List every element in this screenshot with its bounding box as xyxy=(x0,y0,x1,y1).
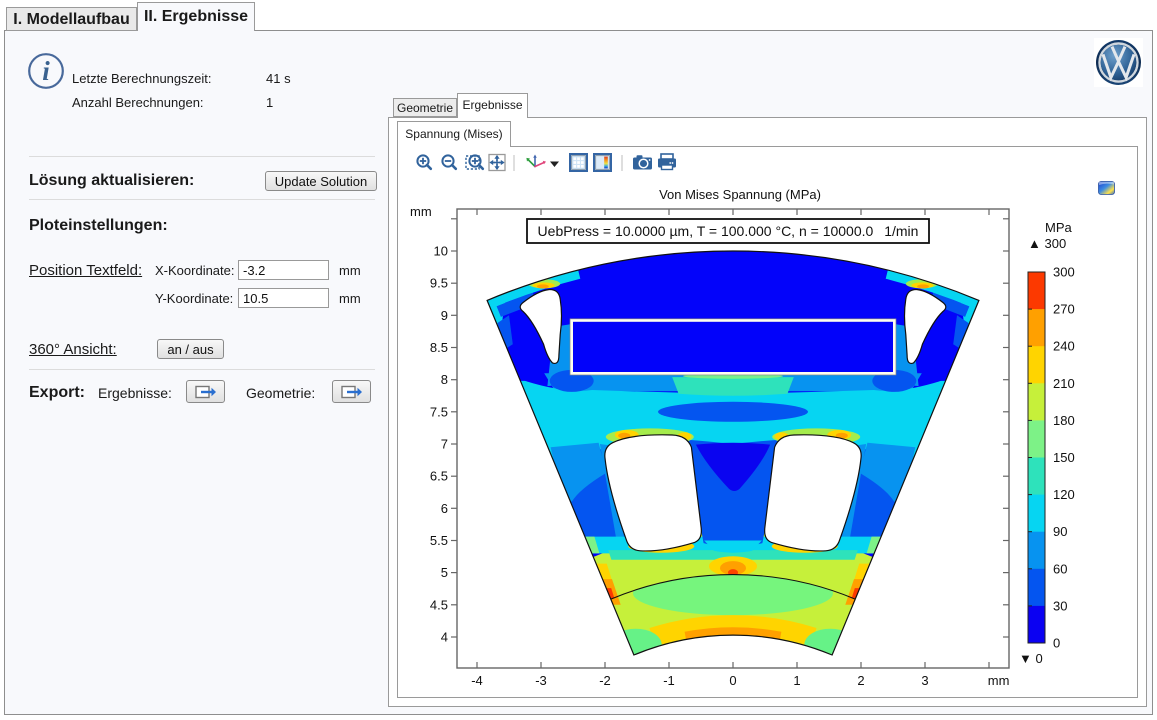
svg-text:UebPress = 10.0000 µm, T = 100: UebPress = 10.0000 µm, T = 100.000 °C, n… xyxy=(538,223,919,239)
svg-text:0: 0 xyxy=(1053,636,1060,651)
svg-text:mm: mm xyxy=(988,673,1010,688)
svg-text:Von Mises Spannung (MPa): Von Mises Spannung (MPa) xyxy=(659,187,821,202)
svg-text:1: 1 xyxy=(793,673,800,688)
svg-text:i: i xyxy=(42,56,50,86)
svg-text:9: 9 xyxy=(441,308,448,323)
svg-text:-3: -3 xyxy=(535,673,547,688)
svg-text:5.5: 5.5 xyxy=(430,533,448,548)
svg-text:5: 5 xyxy=(441,565,448,580)
svg-text:6: 6 xyxy=(441,501,448,516)
svg-text:4: 4 xyxy=(441,630,448,645)
svg-text:210: 210 xyxy=(1053,376,1075,391)
svg-text:▼ 0: ▼ 0 xyxy=(1019,651,1043,666)
svg-text:60: 60 xyxy=(1053,561,1067,576)
svg-text:9.5: 9.5 xyxy=(430,276,448,291)
svg-text:0: 0 xyxy=(729,673,736,688)
svg-text:▲ 300: ▲ 300 xyxy=(1028,236,1066,251)
svg-text:4.5: 4.5 xyxy=(430,597,448,612)
svg-text:mm: mm xyxy=(410,204,432,219)
svg-text:120: 120 xyxy=(1053,487,1075,502)
svg-text:7.5: 7.5 xyxy=(430,404,448,419)
svg-text:MPa: MPa xyxy=(1045,220,1073,235)
svg-text:-4: -4 xyxy=(471,673,483,688)
svg-text:8: 8 xyxy=(441,372,448,387)
svg-text:300: 300 xyxy=(1053,265,1075,280)
svg-text:240: 240 xyxy=(1053,339,1075,354)
svg-text:6.5: 6.5 xyxy=(430,469,448,484)
svg-text:30: 30 xyxy=(1053,598,1067,613)
svg-text:10: 10 xyxy=(434,244,448,259)
svg-text:-1: -1 xyxy=(663,673,675,688)
svg-text:2: 2 xyxy=(857,673,864,688)
svg-text:7: 7 xyxy=(441,437,448,452)
svg-text:270: 270 xyxy=(1053,302,1075,317)
svg-text:90: 90 xyxy=(1053,524,1067,539)
svg-text:150: 150 xyxy=(1053,450,1075,465)
svg-text:180: 180 xyxy=(1053,413,1075,428)
svg-text:3: 3 xyxy=(921,673,928,688)
svg-text:-2: -2 xyxy=(599,673,611,688)
svg-text:8.5: 8.5 xyxy=(430,340,448,355)
